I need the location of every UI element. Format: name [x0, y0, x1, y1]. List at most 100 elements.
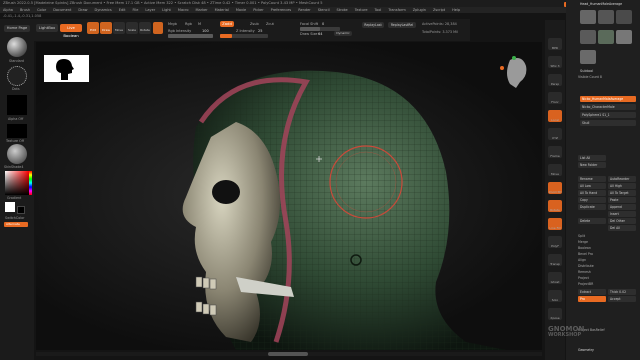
live-boolean-tab[interactable]: Live Boolean	[60, 24, 82, 38]
edit-button[interactable]: Edit	[87, 22, 99, 34]
color-picker-icon[interactable]	[5, 171, 29, 195]
menu-alpha[interactable]: Alpha	[3, 7, 13, 13]
menu-document[interactable]: Document	[53, 7, 71, 13]
hue-strip[interactable]	[29, 171, 32, 195]
shelf-spix-3-button[interactable]: SPix 3	[548, 56, 562, 68]
accept-button[interactable]: Accept	[608, 296, 636, 302]
new-folder-button[interactable]: New Folder	[578, 162, 606, 168]
menu-color[interactable]: Color	[37, 7, 46, 13]
remesh-section[interactable]: Remesh	[578, 270, 591, 275]
standard-brush-icon[interactable]	[7, 37, 27, 57]
shelf-persp-button[interactable]: Persp	[548, 74, 562, 86]
tool-name[interactable]: Head_HumanMaleAverage	[580, 2, 622, 7]
shelf-bpr-button[interactable]: BPR	[548, 38, 562, 50]
shelf-ghost-button[interactable]: Ghost	[548, 272, 562, 284]
del-all-button[interactable]: Del All	[608, 225, 636, 231]
material-swatch[interactable]	[153, 22, 163, 34]
delete-button[interactable]: Delete	[578, 218, 606, 224]
shelf-floor-button[interactable]: Floor	[548, 92, 562, 104]
geometry-section[interactable]: Geometry	[578, 348, 594, 353]
menu-transform[interactable]: Transform	[388, 7, 405, 13]
material-sphere-icon[interactable]	[7, 144, 27, 164]
menu-render[interactable]: Render	[298, 7, 310, 13]
duplicate-button[interactable]: Duplicate	[578, 204, 606, 210]
tool-thumb-4[interactable]	[580, 30, 596, 44]
menu-macro[interactable]: Macro	[178, 7, 189, 13]
subtool-item[interactable]: PolySphere1 S1_1	[580, 112, 636, 118]
shelf-xyz-button[interactable]: XYZ	[548, 128, 562, 140]
subtool-title[interactable]: Subtool	[566, 68, 640, 74]
all-high-button[interactable]: All High	[608, 183, 636, 189]
del-other-button[interactable]: Del Other	[608, 218, 636, 224]
menu-light[interactable]: Light	[162, 7, 171, 13]
shelf-frame-button[interactable]: Frame	[548, 146, 562, 158]
shelf-move-button[interactable]: Move	[548, 164, 562, 176]
menu-zscript[interactable]: Zscript	[433, 7, 445, 13]
menu-movie[interactable]: Movie	[236, 7, 246, 13]
dynamic-toggle[interactable]: Dynamic	[334, 31, 352, 36]
alternate-button[interactable]: Alternate	[4, 222, 28, 227]
thick-slider[interactable]: Thick 0.02	[608, 289, 636, 295]
autoreorder-button[interactable]: AutoReorder	[608, 176, 636, 182]
menu-brush[interactable]: Brush	[20, 7, 30, 13]
shelf-transp-button[interactable]: Transp	[548, 254, 562, 266]
dots-stroke-icon[interactable]	[7, 66, 27, 86]
sculpt-model[interactable]	[36, 42, 542, 350]
project-section[interactable]: Project	[578, 276, 589, 281]
draw-button[interactable]: Draw	[100, 22, 112, 34]
menu-dynamics[interactable]: Dynamics	[95, 7, 112, 13]
menu-help[interactable]: Help	[452, 7, 460, 13]
m-toggle[interactable]: M	[198, 22, 201, 26]
distribute-section[interactable]: Distribute	[578, 264, 594, 269]
z-intensity-slider[interactable]	[220, 34, 268, 38]
copy-button[interactable]: Copy	[578, 197, 606, 203]
shelf-zoom3d-button[interactable]: Zoom3D	[548, 182, 562, 194]
tool-thumb-2[interactable]	[598, 10, 614, 24]
timeline-knob[interactable]	[268, 352, 308, 356]
lightbox-tab[interactable]: LightBox	[36, 24, 58, 32]
menu-file[interactable]: File	[133, 7, 139, 13]
menu-marker[interactable]: Marker	[196, 7, 208, 13]
rgb-intensity-slider[interactable]	[168, 34, 213, 38]
tool-thumb-1[interactable]	[580, 10, 596, 24]
split-section[interactable]: Split	[578, 234, 585, 239]
bevel-pro-section[interactable]: Bevel Pro	[578, 252, 593, 257]
shelf-polyf-button[interactable]: PolyF	[548, 236, 562, 248]
rgb-toggle[interactable]: Rgb	[185, 22, 192, 26]
menu-texture[interactable]: Texture	[355, 7, 368, 13]
move-button[interactable]: Move	[113, 22, 125, 34]
shelf-line-fill-button[interactable]: Line Fill	[548, 218, 562, 230]
replay-last-rel-button[interactable]: ReplayLastRel	[388, 22, 416, 28]
replay-last-button[interactable]: ReplayLast	[362, 22, 384, 28]
timeline-scrollbar[interactable]	[36, 352, 542, 356]
zadd-toggle[interactable]: Zadd	[220, 21, 234, 27]
texture-off-icon[interactable]	[7, 124, 27, 138]
menu-layer[interactable]: Layer	[145, 7, 155, 13]
shelf-local-button[interactable]: Local	[548, 110, 562, 122]
zcut-toggle[interactable]: Zcut	[266, 22, 274, 26]
pro-toggle[interactable]: Pro	[578, 296, 606, 302]
menu-picker[interactable]: Picker	[253, 7, 263, 13]
menu-material[interactable]: Material	[215, 7, 229, 13]
tool-thumb-6[interactable]	[616, 30, 632, 44]
menu-tool[interactable]: Tool	[375, 7, 382, 13]
menu-zplugin[interactable]: Zplugin	[413, 7, 426, 13]
tool-thumb-3[interactable]	[616, 10, 632, 24]
menu-stencil[interactable]: Stencil	[318, 7, 330, 13]
tool-thumb-5[interactable]	[598, 30, 614, 44]
switch-color-label[interactable]: SwitchColor	[5, 216, 25, 220]
shelf-rotate-button[interactable]: Rotate	[548, 200, 562, 212]
rename-button[interactable]: Rename	[578, 176, 606, 182]
boolean-section[interactable]: Boolean	[578, 246, 591, 251]
scale-button[interactable]: Scale	[126, 22, 138, 34]
all-low-button[interactable]: All Low	[578, 183, 606, 189]
shelf-xpose-button[interactable]: Xpose	[548, 308, 562, 320]
mrgb-toggle[interactable]: Mrgb	[168, 22, 177, 26]
merge-section[interactable]: Merge	[578, 240, 588, 245]
projectbr-section[interactable]: ProjectBR	[578, 282, 593, 287]
alpha-off-icon[interactable]	[7, 95, 27, 115]
append-button[interactable]: Append	[608, 204, 636, 210]
align-section[interactable]: Align	[578, 258, 586, 263]
primary-color-swatch[interactable]	[5, 202, 15, 212]
home-page-button[interactable]: Home Page	[4, 25, 30, 32]
